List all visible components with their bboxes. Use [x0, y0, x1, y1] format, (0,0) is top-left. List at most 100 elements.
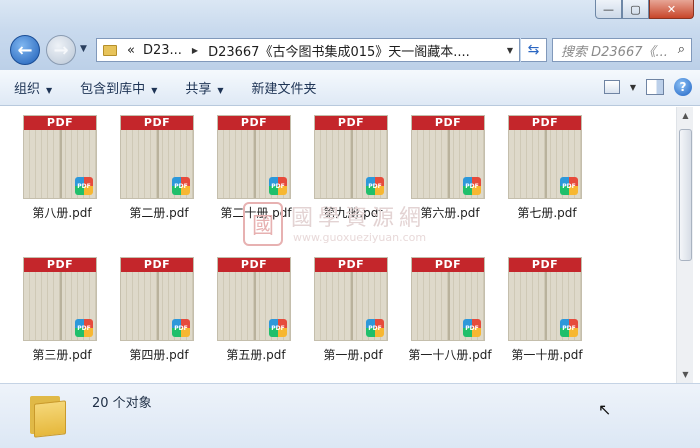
details-pane: 20 个对象 [0, 383, 700, 448]
breadcrumb-overflow[interactable]: « [123, 43, 139, 58]
pdf-thumbnail: PDF PDF [120, 257, 194, 341]
folder-icon [30, 392, 66, 438]
maximize-button[interactable]: ▢ [622, 0, 649, 19]
chevron-right-icon[interactable]: ▶ [186, 46, 204, 55]
file-name[interactable]: 第一十八册.pdf [396, 346, 504, 363]
file-item[interactable]: PDF PDF 第六册.pdf [402, 107, 498, 232]
pdf-thumbnail: PDF PDF [508, 257, 582, 341]
scroll-down-icon[interactable]: ▼ [677, 366, 694, 383]
pdf-label: PDF [412, 258, 484, 272]
folder-icon [103, 44, 117, 56]
pdf-thumbnail: PDF PDF [23, 257, 97, 341]
mouse-cursor-icon: ↖ [598, 400, 612, 419]
preview-pane-icon[interactable] [646, 79, 664, 95]
file-name[interactable]: 第八册.pdf [8, 204, 116, 221]
pdf-label: PDF [24, 116, 96, 130]
pdf-app-icon: PDF [269, 177, 287, 195]
view-options-icon[interactable] [603, 80, 620, 94]
file-item[interactable]: PDF PDF 第四册.pdf [111, 249, 207, 374]
pdf-app-icon: PDF [172, 177, 190, 195]
pdf-thumbnail: PDF PDF [23, 115, 97, 199]
pdf-thumbnail: PDF PDF [508, 115, 582, 199]
pdf-app-icon: PDF [366, 177, 384, 195]
file-item[interactable]: PDF PDF 第一册.pdf [305, 249, 401, 374]
command-bar: 组织 ▼ 包含到库中 ▼ 共享 ▼ 新建文件夹 ▼ ? [0, 70, 700, 106]
search-placeholder: 搜索 D23667《... [561, 44, 668, 60]
caret-down-icon: ▼ [217, 86, 224, 95]
file-item[interactable]: PDF PDF 第七册.pdf [499, 107, 595, 232]
scroll-up-icon[interactable]: ▲ [677, 107, 694, 124]
file-name[interactable]: 第二册.pdf [105, 204, 213, 221]
pdf-label: PDF [121, 258, 193, 272]
file-item[interactable]: PDF PDF 第九册.pdf [305, 107, 401, 232]
pdf-app-icon: PDF [560, 177, 578, 195]
back-button[interactable]: ← [10, 35, 40, 65]
pdf-app-icon: PDF [463, 319, 481, 337]
file-item[interactable]: PDF PDF 第三册.pdf [14, 249, 110, 374]
pdf-label: PDF [218, 258, 290, 272]
pdf-thumbnail: PDF PDF [411, 257, 485, 341]
forward-button[interactable]: → [46, 35, 76, 65]
pdf-label: PDF [24, 258, 96, 272]
recent-pages-dropdown[interactable]: ▼ [80, 44, 87, 54]
item-count: 20 个对象 [92, 396, 152, 411]
file-item[interactable]: PDF PDF 第二册.pdf [111, 107, 207, 232]
title-bar: — ▢ ✕ [0, 0, 700, 30]
file-name[interactable]: 第三册.pdf [8, 346, 116, 363]
vertical-scrollbar[interactable]: ▲ ▼ [676, 107, 693, 383]
refresh-icon: ⇆ [527, 42, 540, 58]
pdf-app-icon: PDF [366, 319, 384, 337]
file-item[interactable]: PDF PDF 第一十八册.pdf [402, 249, 498, 374]
chevron-down-icon[interactable]: ▼ [507, 46, 513, 55]
file-item[interactable]: PDF PDF 第二十册.pdf [208, 107, 304, 232]
pdf-label: PDF [412, 116, 484, 130]
include-library-label: 包含到库中 [80, 82, 146, 97]
file-item[interactable]: PDF PDF 第一十册.pdf [499, 249, 595, 374]
pdf-app-icon: PDF [172, 319, 190, 337]
new-folder-label: 新建文件夹 [251, 82, 317, 97]
organize-label: 组织 [14, 82, 41, 97]
arrow-right-icon: → [53, 39, 69, 61]
file-name[interactable]: 第六册.pdf [396, 204, 504, 221]
file-name[interactable]: 第二十册.pdf [202, 204, 310, 221]
pdf-thumbnail: PDF PDF [120, 115, 194, 199]
view-dropdown-caret[interactable]: ▼ [630, 83, 636, 92]
pdf-thumbnail: PDF PDF [411, 115, 485, 199]
pdf-label: PDF [315, 116, 387, 130]
file-name[interactable]: 第九册.pdf [299, 204, 407, 221]
pdf-label: PDF [218, 116, 290, 130]
address-bar[interactable]: « D23... ▶ D23667《古今图书集成015》天一阁藏本.... ▼ [96, 38, 520, 62]
include-in-library-menu[interactable]: 包含到库中 ▼ [66, 78, 171, 97]
help-icon[interactable]: ? [674, 78, 692, 96]
pdf-app-icon: PDF [75, 177, 93, 195]
pdf-app-icon: PDF [269, 319, 287, 337]
caret-down-icon: ▼ [151, 86, 158, 95]
share-label: 共享 [185, 82, 212, 97]
file-name[interactable]: 第四册.pdf [105, 346, 213, 363]
search-input[interactable]: 搜索 D23667《... ⌕ [552, 38, 692, 62]
file-name[interactable]: 第五册.pdf [202, 346, 310, 363]
pdf-thumbnail: PDF PDF [217, 115, 291, 199]
breadcrumb-current[interactable]: D23667《古今图书集成015》天一阁藏本.... [204, 41, 474, 60]
new-folder-button[interactable]: 新建文件夹 [238, 78, 331, 97]
search-icon[interactable]: ⌕ [678, 42, 685, 57]
file-name[interactable]: 第一十册.pdf [493, 346, 601, 363]
pdf-thumbnail: PDF PDF [314, 257, 388, 341]
file-name[interactable]: 第七册.pdf [493, 204, 601, 221]
pdf-label: PDF [509, 258, 581, 272]
pdf-thumbnail: PDF PDF [217, 257, 291, 341]
share-menu[interactable]: 共享 ▼ [171, 78, 237, 97]
caret-down-icon: ▼ [46, 86, 53, 95]
file-item[interactable]: PDF PDF 第五册.pdf [208, 249, 304, 374]
file-list: PDF PDF 第八册.pdf PDF PDF 第二册.pdf PDF PDF 第二十册.pdf… [0, 107, 676, 383]
organize-menu[interactable]: 组织 ▼ [0, 78, 66, 97]
pdf-thumbnail: PDF PDF [314, 115, 388, 199]
file-item[interactable]: PDF PDF 第八册.pdf [14, 107, 110, 232]
close-button[interactable]: ✕ [649, 0, 694, 19]
pdf-app-icon: PDF [463, 177, 481, 195]
scroll-thumb[interactable] [679, 129, 692, 261]
minimize-button[interactable]: — [595, 0, 622, 19]
refresh-button[interactable]: ⇆ [521, 38, 547, 62]
breadcrumb-parent[interactable]: D23... [139, 43, 186, 58]
file-name[interactable]: 第一册.pdf [299, 346, 407, 363]
